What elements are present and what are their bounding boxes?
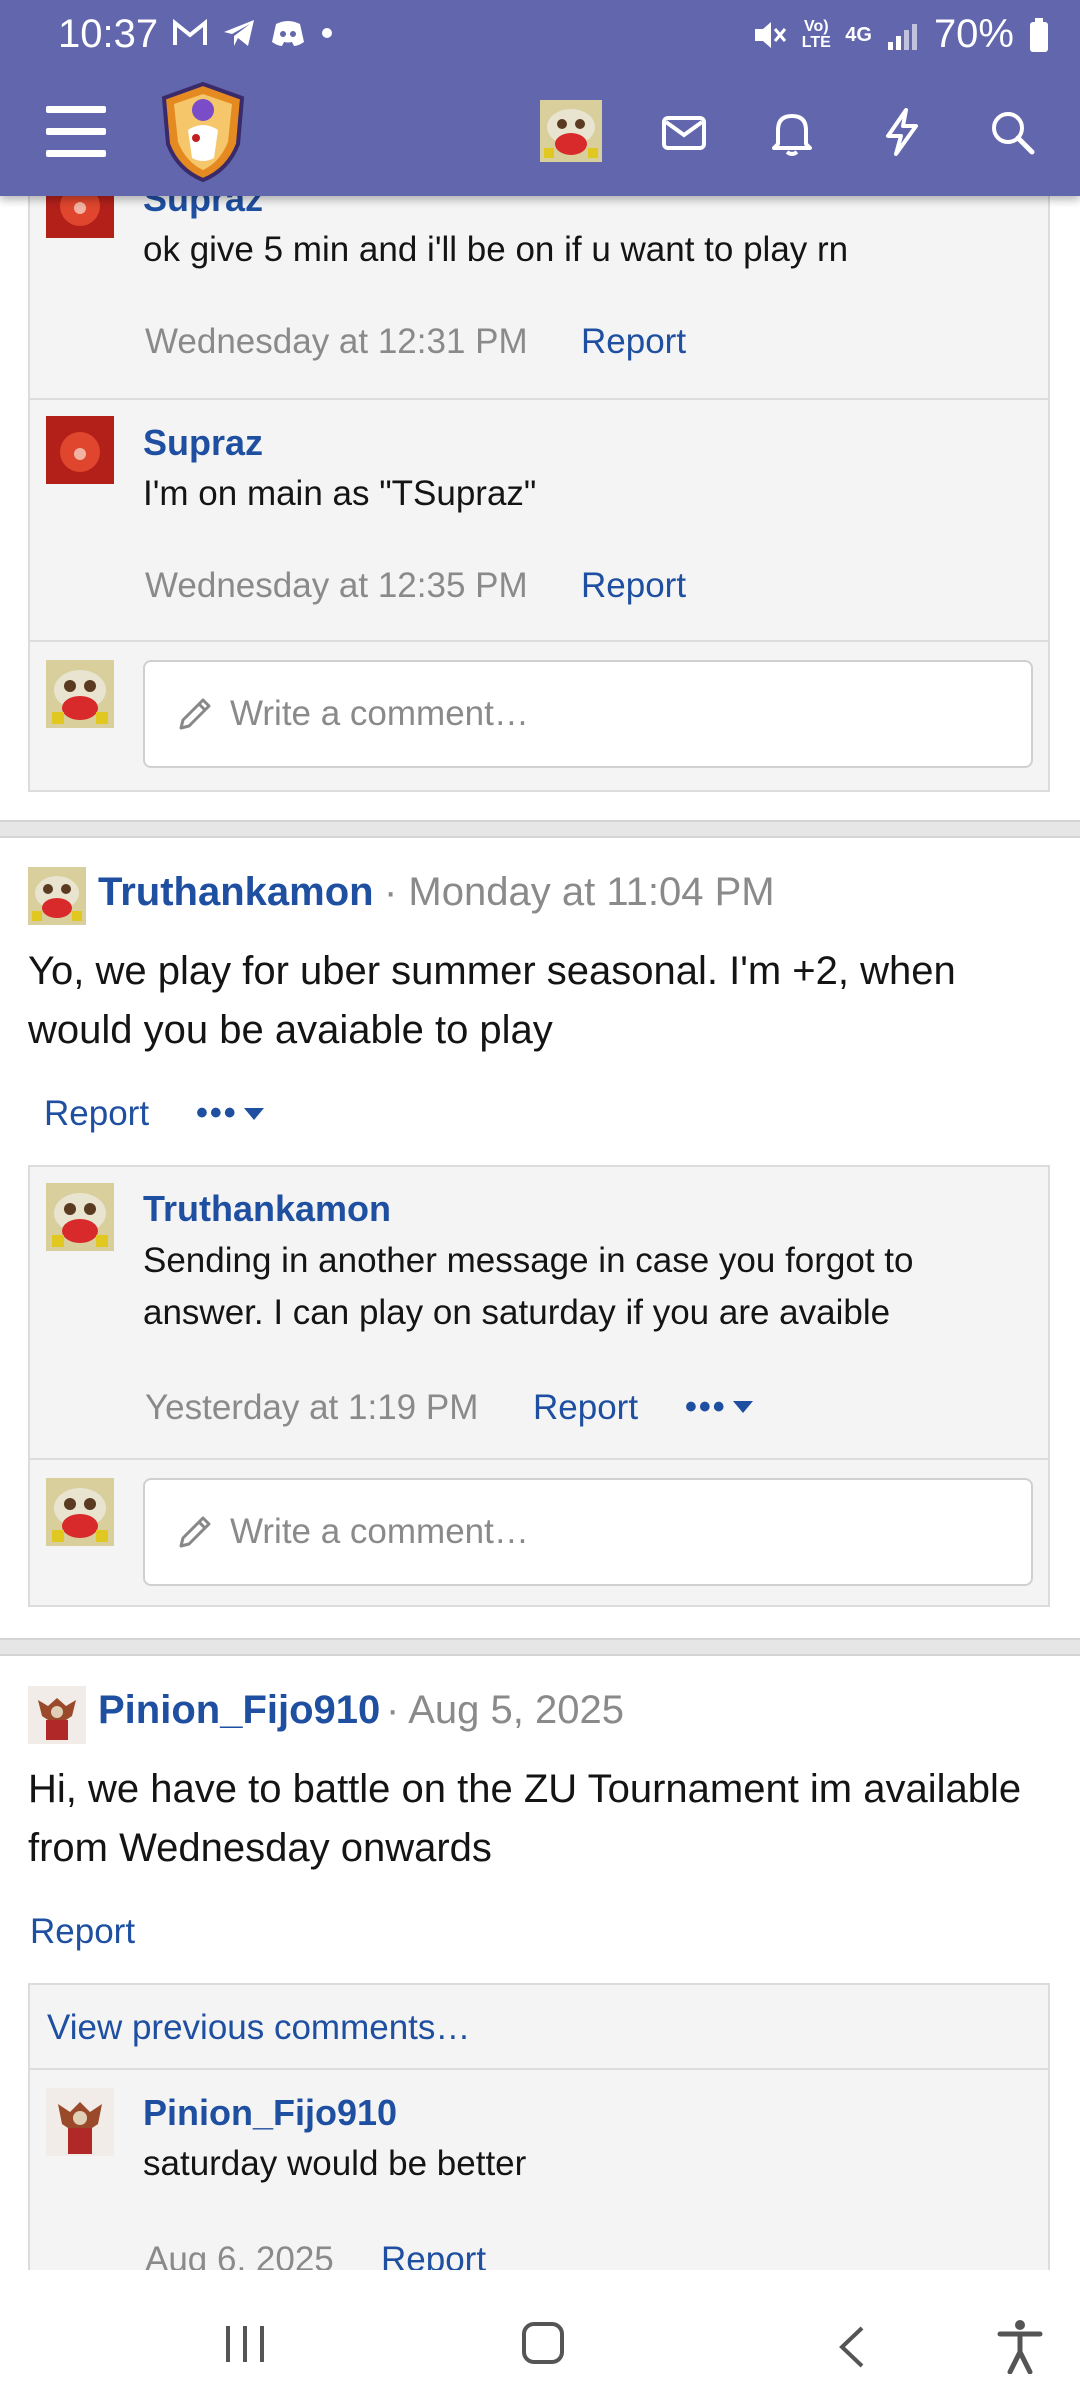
pencil-icon xyxy=(179,698,211,730)
chevron-down-icon[interactable] xyxy=(733,1401,753,1413)
divider xyxy=(28,398,1050,400)
avatar xyxy=(46,660,114,728)
pencil-icon xyxy=(179,1516,211,1548)
profile-posts-feed: Supraz ok give 5 min and i'll be on if u… xyxy=(0,0,1080,2270)
battery-percent: 70% xyxy=(933,12,1014,56)
discord-icon xyxy=(272,21,304,46)
menu-button[interactable] xyxy=(46,106,106,158)
telegram-icon xyxy=(224,20,254,46)
view-previous-comments-link[interactable]: View previous comments… xyxy=(47,2008,470,2048)
comment-timestamp[interactable]: Wednesday at 12:31 PM xyxy=(145,322,528,362)
avatar[interactable] xyxy=(28,867,86,925)
comment-text: I'm on main as "TSupraz" xyxy=(143,474,537,513)
write-comment-input[interactable]: Write a comment… xyxy=(143,1478,1033,1586)
gmail-icon xyxy=(173,19,207,45)
accessibility-icon[interactable] xyxy=(996,2318,1044,2374)
post-body: Yo, we play for uber summer seasonal. I'… xyxy=(28,949,956,1052)
divider xyxy=(28,1458,1050,1460)
post-author[interactable]: Truthankamon xyxy=(98,870,374,915)
report-link[interactable]: Report xyxy=(581,322,686,362)
more-options-button[interactable]: ••• xyxy=(685,1388,727,1427)
report-link[interactable]: Report xyxy=(30,1912,135,1952)
divider xyxy=(28,640,1050,642)
status-time: 10:37 xyxy=(58,12,159,56)
chevron-down-icon[interactable] xyxy=(244,1108,264,1120)
report-link[interactable]: Report xyxy=(44,1094,149,1134)
comment-text: ok give 5 min and i'll be on if u want t… xyxy=(143,230,849,269)
comment-text: saturday would be better xyxy=(143,2144,527,2183)
avatar[interactable] xyxy=(46,1183,114,1251)
comment-author[interactable]: Pinion_Fijo910 xyxy=(143,2092,397,2134)
recents-icon[interactable] xyxy=(222,2324,268,2364)
comment-text: Sending in another message in case you f… xyxy=(143,1241,914,1332)
section-separator xyxy=(0,1638,1080,1656)
comment-author[interactable]: Truthankamon xyxy=(143,1188,391,1230)
post-author[interactable]: Pinion_Fijo910 xyxy=(98,1688,380,1733)
battery-icon xyxy=(1030,17,1048,52)
report-link[interactable]: Report xyxy=(533,1388,638,1428)
dot-icon xyxy=(322,28,332,38)
comment-placeholder: Write a comment… xyxy=(230,694,529,733)
write-comment-input[interactable]: Write a comment… xyxy=(143,660,1033,768)
bolt-icon[interactable] xyxy=(874,104,930,160)
search-icon[interactable] xyxy=(984,104,1040,160)
comment-timestamp[interactable]: Wednesday at 12:35 PM xyxy=(145,566,528,606)
network-label: 4G xyxy=(845,23,872,46)
avatar[interactable] xyxy=(28,1686,86,1744)
mail-icon[interactable] xyxy=(656,104,712,160)
comment-placeholder: Write a comment… xyxy=(230,1512,529,1551)
mute-icon xyxy=(755,21,787,48)
back-icon[interactable] xyxy=(832,2324,872,2370)
comment-timestamp[interactable]: Yesterday at 1:19 PM xyxy=(145,1388,478,1428)
report-link[interactable]: Report xyxy=(381,2240,486,2270)
more-options-button[interactable]: ••• xyxy=(196,1094,238,1133)
avatar xyxy=(46,1478,114,1546)
post-body: Hi, we have to battle on the ZU Tourname… xyxy=(28,1767,1022,1870)
site-logo[interactable] xyxy=(158,80,248,184)
home-icon[interactable] xyxy=(522,2322,564,2364)
lte-label: Vo) LTE xyxy=(801,17,831,51)
user-avatar[interactable] xyxy=(540,100,602,162)
signal-icon xyxy=(887,23,917,50)
avatar[interactable] xyxy=(46,2088,114,2156)
system-nav-bar xyxy=(0,2272,1080,2408)
divider xyxy=(28,2068,1050,2070)
avatar[interactable] xyxy=(46,416,114,484)
report-link[interactable]: Report xyxy=(581,566,686,606)
comment-author[interactable]: Supraz xyxy=(143,422,263,464)
section-separator xyxy=(0,820,1080,838)
post-date[interactable]: · Aug 5, 2025 xyxy=(386,1688,624,1733)
app-header: 10:37 Vo) LTE 4G 70% xyxy=(0,0,1080,196)
bell-icon[interactable] xyxy=(764,104,820,160)
comment-timestamp[interactable]: Aug 6, 2025 xyxy=(145,2240,334,2270)
status-bar: 10:37 Vo) LTE 4G 70% xyxy=(0,0,1080,70)
post-date[interactable]: · Monday at 11:04 PM xyxy=(384,870,775,915)
